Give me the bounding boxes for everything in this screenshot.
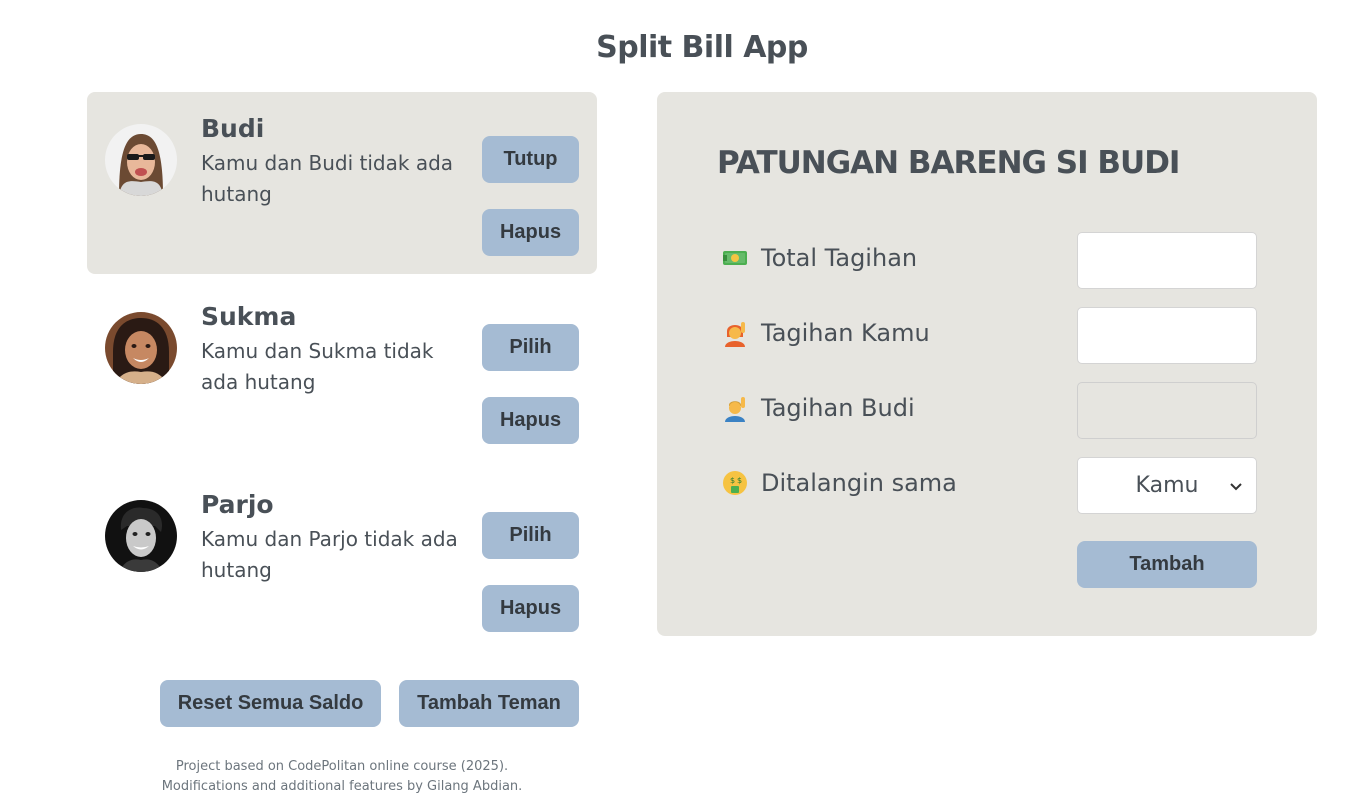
total-bill-label: Total Tagihan (721, 244, 917, 272)
friend-bill-input (1077, 382, 1257, 439)
avatar (105, 312, 177, 384)
your-bill-row: Tagihan Kamu (721, 307, 1257, 364)
payer-label-text: Ditalangin sama (761, 469, 957, 497)
delete-friend-button[interactable]: Hapus (482, 397, 579, 444)
friend-balance-status: Kamu dan Budi tidak ada hutang (201, 151, 454, 206)
payer-row: $ $ Ditalangin sama Kamu (721, 457, 1257, 514)
your-bill-input[interactable] (1077, 307, 1257, 364)
footer: Project based on CodePolitan online cour… (87, 757, 597, 797)
delete-friend-button[interactable]: Hapus (482, 209, 579, 256)
raising-hand-woman-icon (725, 322, 745, 347)
chevron-down-icon (1230, 483, 1242, 491)
payer-select-value: Kamu (1135, 473, 1199, 498)
friend-item-sukma: Sukma Kamu dan Sukma tidak ada hutang Pi… (87, 280, 597, 462)
select-friend-button[interactable]: Pilih (482, 324, 579, 371)
friend-item-budi: Budi Kamu dan Budi tidak ada hutang Tutu… (87, 92, 597, 274)
friend-name: Parjo (201, 490, 274, 519)
add-split-button[interactable]: Tambah (1077, 541, 1257, 588)
payer-select[interactable]: Kamu (1077, 457, 1257, 514)
page-title: Split Bill App (596, 30, 808, 65)
footer-credit-line: Modifications and additional features by… (161, 779, 523, 794)
raising-hand-man-icon (725, 397, 745, 422)
close-friend-button[interactable]: Tutup (482, 136, 579, 183)
friend-balance-status: Kamu dan Parjo tidak ada hutang (201, 527, 458, 582)
total-bill-label-text: Total Tagihan (761, 244, 918, 272)
friend-name: Budi (201, 114, 265, 143)
friend-bill-row: Tagihan Budi (721, 382, 1257, 439)
your-bill-label: Tagihan Kamu (721, 319, 930, 347)
avatar (105, 500, 177, 572)
friend-balance-status: Kamu dan Sukma tidak ada hutang (201, 339, 434, 394)
avatar (105, 124, 177, 196)
friend-bill-label: Tagihan Budi (721, 394, 915, 422)
split-bill-title: PATUNGAN BARENG SI BUDI (717, 145, 1180, 181)
friend-name: Sukma (201, 302, 297, 331)
friend-item-parjo: Parjo Kamu dan Parjo tidak ada hutang Pi… (87, 468, 597, 650)
svg-text:$: $ (737, 476, 742, 485)
payer-label: $ $ Ditalangin sama (721, 469, 957, 497)
your-bill-label-text: Tagihan Kamu (761, 319, 930, 347)
money-icon (723, 251, 747, 265)
total-bill-row: Total Tagihan (721, 232, 1257, 289)
split-bill-form: PATUNGAN BARENG SI BUDI Total Tagihan Ta… (657, 92, 1317, 636)
select-friend-button[interactable]: Pilih (482, 512, 579, 559)
reset-all-balances-button[interactable]: Reset Semua Saldo (160, 680, 381, 727)
svg-text:$: $ (730, 476, 735, 485)
add-friend-button[interactable]: Tambah Teman (399, 680, 579, 727)
total-bill-input[interactable] (1077, 232, 1257, 289)
delete-friend-button[interactable]: Hapus (482, 585, 579, 632)
friend-list: Budi Kamu dan Budi tidak ada hutang Tutu… (87, 92, 597, 656)
money-mouth-face-icon: $ $ (723, 471, 747, 495)
friend-bill-label-text: Tagihan Budi (761, 394, 915, 422)
footer-credit-line: Project based on CodePolitan online cour… (175, 759, 509, 774)
